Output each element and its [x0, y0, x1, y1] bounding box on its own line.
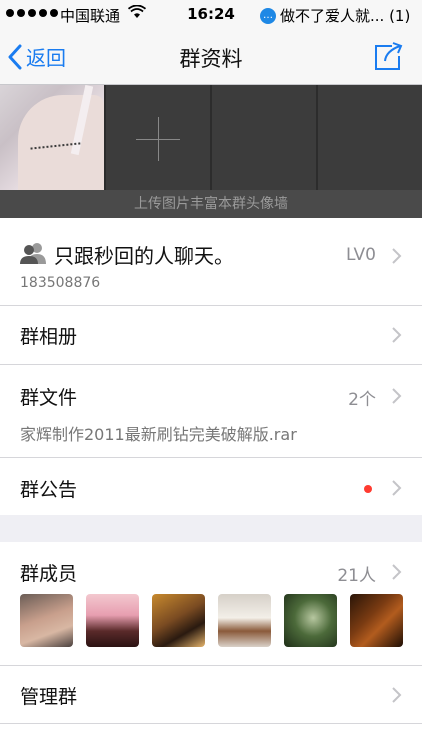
group-level: LV0 [345, 245, 376, 265]
members-section: 群成员 21人 管理群 [0, 542, 422, 750]
group-name: 只跟秒回的人聊天。 [54, 244, 234, 268]
avatar[interactable] [284, 594, 337, 647]
group-info-section: 只跟秒回的人聊天。 183508876 LV0 群相册 群文件 2个 家辉制作2… [0, 218, 422, 515]
group-icon [20, 243, 46, 264]
chevron-right-icon [392, 327, 402, 343]
share-icon [375, 42, 403, 70]
avatar[interactable] [218, 594, 271, 647]
nav-bar: 返回 群资料 [0, 30, 422, 85]
status-bar: 中国联通 16:24 … 做不了爱人就... (1) [0, 0, 422, 30]
avatar[interactable] [350, 594, 403, 647]
avatar[interactable] [20, 594, 73, 647]
group-id: 183508876 [20, 275, 101, 291]
group-album-row[interactable]: 群相册 [0, 306, 422, 365]
avatar[interactable] [152, 594, 205, 647]
chevron-right-icon [392, 687, 402, 703]
chat-bubble-icon: … [260, 7, 276, 24]
album-label: 群相册 [20, 326, 78, 348]
group-header-row[interactable]: 只跟秒回的人聊天。 183508876 LV0 [0, 218, 422, 306]
members-count: 21人 [337, 566, 376, 586]
group-announcement-row[interactable]: 群公告 [0, 458, 422, 516]
empty-photo-slot [318, 85, 422, 190]
files-label: 群文件 [20, 387, 78, 409]
unread-dot [364, 485, 372, 493]
empty-photo-slot [212, 85, 316, 190]
group-members-row[interactable]: 群成员 21人 [0, 542, 422, 666]
manage-group-row[interactable]: 管理群 [0, 666, 422, 724]
group-photo[interactable] [0, 85, 104, 190]
share-button[interactable] [372, 42, 404, 72]
members-label: 群成员 [20, 563, 78, 585]
add-photo-button[interactable] [106, 85, 210, 190]
latest-file-name: 家辉制作2011最新刷钻完美破解版.rar [20, 425, 297, 444]
member-avatars [20, 594, 403, 647]
photo-wall-caption: 上传图片丰富本群头像墙 [0, 190, 422, 218]
manage-label: 管理群 [20, 686, 78, 708]
avatar[interactable] [86, 594, 139, 647]
page-title: 群资料 [179, 47, 243, 71]
notification[interactable]: … 做不了爱人就... (1) [260, 5, 410, 26]
files-count: 2个 [348, 390, 376, 410]
group-files-row[interactable]: 群文件 2个 家辉制作2011最新刷钻完美破解版.rar [0, 365, 422, 458]
chevron-right-icon [392, 248, 402, 264]
chevron-right-icon [392, 564, 402, 580]
notification-text: 做不了爱人就... (1) [280, 7, 411, 25]
chevron-right-icon [392, 388, 402, 404]
photo-wall: 上传图片丰富本群头像墙 [0, 85, 422, 218]
announcement-label: 群公告 [20, 479, 78, 501]
chevron-right-icon [392, 480, 402, 496]
